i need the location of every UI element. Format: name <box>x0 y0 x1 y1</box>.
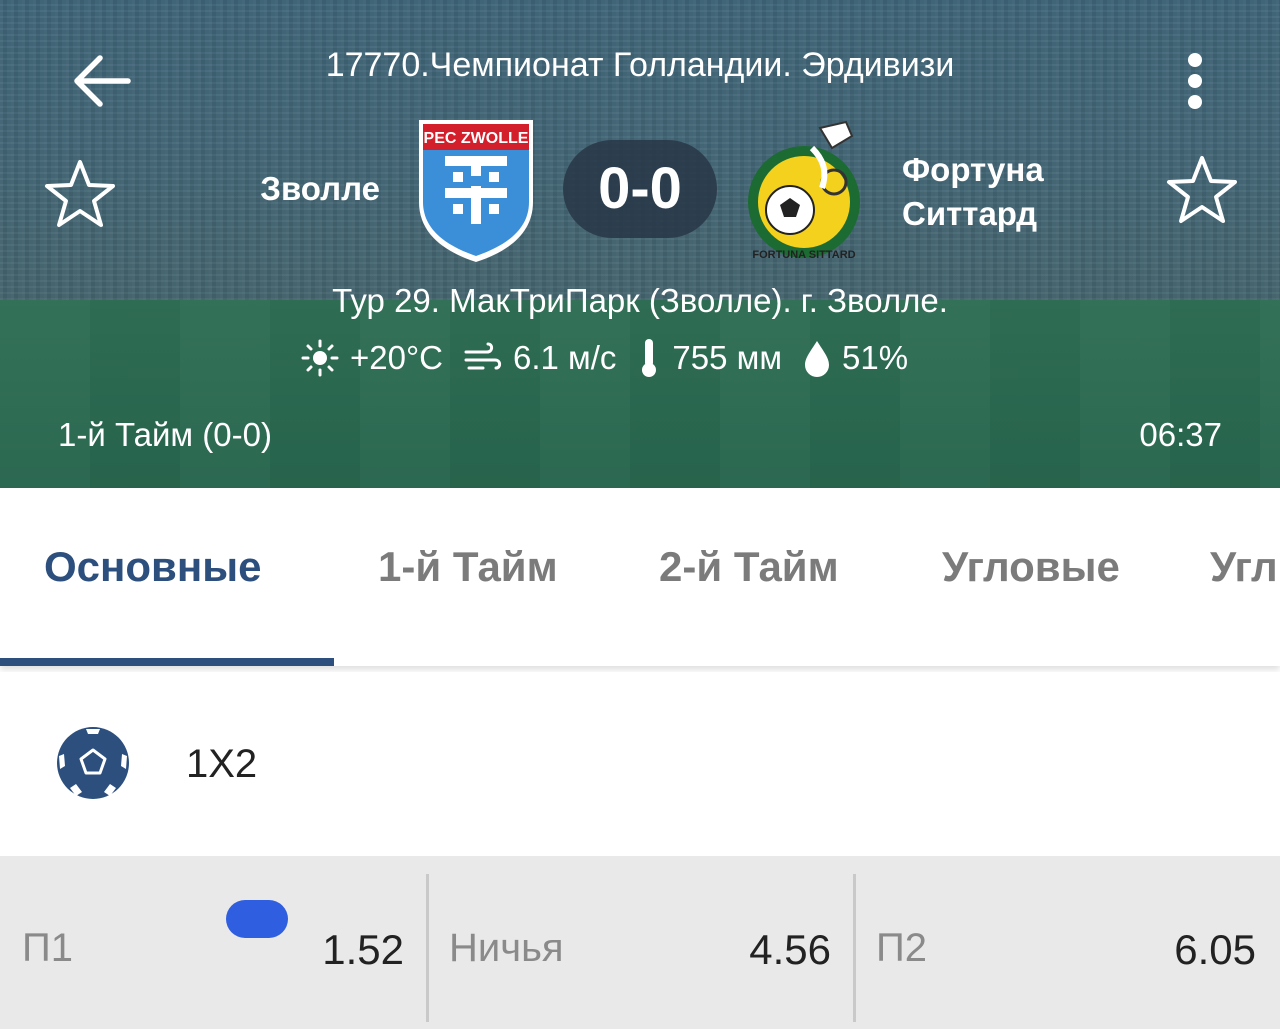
more-vertical-icon[interactable] <box>1176 52 1214 114</box>
wind-icon <box>463 338 503 378</box>
home-team-crest: PEC ZWOLLE <box>419 120 533 262</box>
selection-indicator <box>226 900 288 938</box>
odd-cell-home[interactable]: П1 1.52 <box>0 856 428 1029</box>
odd-label-draw: Ничья <box>449 926 564 970</box>
market-title: 1X2 <box>186 742 258 786</box>
svg-text:FORTUNA SITTARD: FORTUNA SITTARD <box>752 249 855 261</box>
match-header: 17770.Чемпионат Голландии. Эрдивизи Звол… <box>0 0 1280 488</box>
away-team-name: Фортуна Ситтард <box>902 148 1102 236</box>
odd-value-away: 6.05 <box>1174 926 1256 973</box>
odds-row: П1 1.52 Ничья 4.56 П2 6.05 <box>0 856 1280 1029</box>
active-tab-indicator <box>0 658 334 666</box>
favorite-home-star-icon[interactable] <box>44 158 116 230</box>
odd-label-home: П1 <box>22 926 73 970</box>
match-score: 0-0 <box>563 140 717 238</box>
favorite-away-star-icon[interactable] <box>1166 154 1238 226</box>
tab-corners-partial[interactable]: Угл <box>1210 543 1278 591</box>
match-period: 1-й Тайм (0-0) <box>58 416 272 453</box>
thermometer-icon <box>636 337 662 379</box>
match-clock: 06:37 <box>1139 416 1222 453</box>
tab-second-half[interactable]: 2-й Тайм <box>659 543 839 591</box>
soccer-ball-icon <box>57 727 129 799</box>
humidity-value: 51% <box>842 339 909 376</box>
away-team-name-line2: Ситтард <box>902 195 1038 232</box>
weather-row: +20°C 6.1 м/с 755 мм 51% <box>300 336 928 380</box>
market-header[interactable]: 1X2 <box>0 672 1280 856</box>
temperature-value: +20°C <box>350 339 444 376</box>
market-tabs: Основные 1-й Тайм 2-й Тайм Угловые Угл <box>0 488 1280 666</box>
match-venue: Тур 29. МакТриПарк (Зволле). г. Зволле. <box>332 282 948 319</box>
away-team-name-line1: Фортуна <box>902 151 1044 188</box>
league-title: 17770.Чемпионат Голландии. Эрдивизи <box>325 46 955 84</box>
away-team-crest: FORTUNA SITTARD <box>748 120 860 261</box>
home-team-name: Зволле <box>260 170 380 207</box>
odd-value-draw: 4.56 <box>749 926 831 973</box>
odd-cell-away[interactable]: П2 6.05 <box>856 856 1280 1029</box>
odd-label-away: П2 <box>876 926 927 970</box>
tab-main[interactable]: Основные <box>44 543 261 591</box>
odd-cell-draw[interactable]: Ничья 4.56 <box>429 856 855 1029</box>
tab-first-half[interactable]: 1-й Тайм <box>378 543 558 591</box>
back-arrow-icon[interactable] <box>70 50 132 112</box>
tab-corners[interactable]: Угловые <box>942 543 1120 591</box>
pressure-value: 755 мм <box>672 339 783 376</box>
drop-icon <box>802 338 832 378</box>
sun-icon <box>300 338 340 378</box>
wind-value: 6.1 м/с <box>513 339 617 376</box>
svg-text:PEC ZWOLLE: PEC ZWOLLE <box>424 130 529 147</box>
odd-value-home: 1.52 <box>322 926 404 973</box>
